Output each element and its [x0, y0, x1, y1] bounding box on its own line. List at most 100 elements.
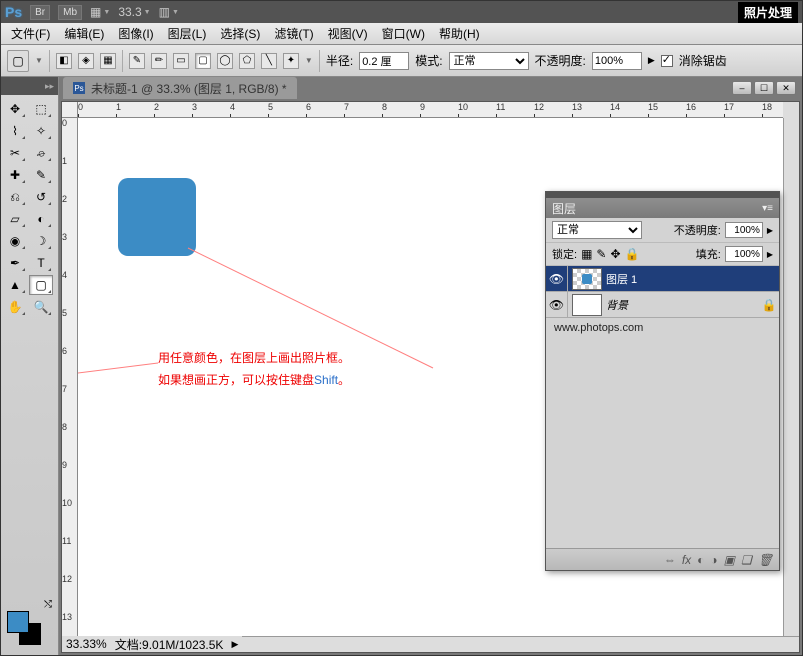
crop-tool[interactable]: ✂: [3, 143, 27, 163]
layer-group-icon[interactable]: ▣: [724, 553, 735, 567]
shape-tool[interactable]: ▢: [29, 275, 53, 295]
layers-panel[interactable]: 图层 ▾≡ 正常 不透明度: ▶ 锁定: ▦ ✎ ✥ 🔒 填充: ▶ 👁 图层 …: [545, 191, 780, 571]
screen-mode-dropdown[interactable]: ▦: [90, 5, 110, 19]
options-bar: ▢ ▼ ◧ ◈ ▦ ✎ ✏ ▭ ▢ ◯ ⬠ ╲ ✦ ▼ 半径: 模式: 正常 不…: [1, 45, 802, 77]
new-layer-icon[interactable]: ❏: [741, 553, 752, 567]
adjustment-layer-icon[interactable]: ◑: [710, 553, 717, 567]
layer-thumbnail[interactable]: [572, 268, 602, 290]
freeform-pen-icon[interactable]: ✏: [151, 53, 167, 69]
annotation-text: 用任意颜色，在图层上画出照片框。 如果想画正方，可以按住键盘Shift。: [158, 348, 350, 391]
brush-tool[interactable]: ✎: [29, 165, 53, 185]
layer-mask-icon[interactable]: ◐: [697, 553, 704, 567]
menu-filter[interactable]: 滤镜(T): [268, 23, 319, 44]
paths-icon[interactable]: ◈: [78, 53, 94, 69]
wand-tool[interactable]: ✧: [29, 121, 53, 141]
menu-edit[interactable]: 编辑(E): [58, 23, 110, 44]
layers-panel-footer: ⇔ fx ◐ ◑ ▣ ❏ 🗑: [546, 548, 779, 570]
pen-icon[interactable]: ✎: [129, 53, 145, 69]
maximize-doc-icon[interactable]: ☐: [754, 81, 774, 95]
opacity-input[interactable]: [592, 52, 642, 70]
line-shape-icon[interactable]: ╲: [261, 53, 277, 69]
document-tab[interactable]: Ps 未标题-1 @ 33.3% (图层 1, RGB/8) *: [63, 77, 297, 100]
shape-layers-icon[interactable]: ◧: [56, 53, 72, 69]
mode-label: 模式:: [415, 52, 442, 69]
layer-name[interactable]: 背景: [606, 297, 759, 313]
menu-image[interactable]: 图像(I): [112, 23, 159, 44]
menu-view[interactable]: 视图(V): [322, 23, 374, 44]
ruler-vertical[interactable]: 012345678910111213: [62, 118, 78, 636]
workspace-label[interactable]: 照片处理: [738, 2, 798, 23]
ps-logo: Ps: [5, 4, 22, 20]
status-bar: 33.33% 文档:9.01M/1023.5K ▶: [62, 636, 242, 652]
collapse-tools-icon[interactable]: ▸▸: [45, 81, 54, 92]
lock-pixels-icon[interactable]: ✎: [596, 247, 606, 261]
radius-input[interactable]: [359, 52, 409, 70]
dodge-tool[interactable]: ☽: [29, 231, 53, 251]
eraser-tool[interactable]: ▱: [3, 209, 27, 229]
zoom-dropdown[interactable]: 33.3: [118, 5, 150, 19]
rect-shape-icon[interactable]: ▭: [173, 53, 189, 69]
visibility-toggle-icon[interactable]: 👁: [546, 266, 568, 291]
lock-position-icon[interactable]: ✥: [610, 247, 620, 261]
blur-tool[interactable]: ◉: [3, 231, 27, 251]
close-doc-icon[interactable]: ✕: [776, 81, 796, 95]
eyedropper-tool[interactable]: ⌮: [29, 143, 53, 163]
path-select-tool[interactable]: ▲: [3, 275, 27, 295]
polygon-shape-icon[interactable]: ⬠: [239, 53, 255, 69]
antialias-checkbox[interactable]: [661, 55, 673, 67]
fg-color-swatch[interactable]: [7, 611, 29, 633]
layer-opacity-input[interactable]: [725, 222, 763, 238]
layer-row[interactable]: 👁 背景 🔒: [546, 292, 779, 318]
lock-all-icon[interactable]: 🔒: [625, 247, 640, 261]
layer-name[interactable]: 图层 1: [606, 271, 779, 287]
ruler-origin[interactable]: [62, 102, 78, 118]
scrollbar-vertical[interactable]: [783, 118, 799, 636]
minimize-doc-icon[interactable]: –: [732, 81, 752, 95]
menu-window[interactable]: 窗口(W): [376, 23, 431, 44]
lock-transparency-icon[interactable]: ▦: [581, 247, 592, 261]
custom-shape-icon[interactable]: ✦: [283, 53, 299, 69]
minibridge-button[interactable]: Mb: [58, 5, 82, 20]
menu-help[interactable]: 帮助(H): [433, 23, 486, 44]
gradient-tool[interactable]: ◐: [29, 209, 53, 229]
lasso-tool[interactable]: ⌇: [3, 121, 27, 141]
type-tool[interactable]: T: [29, 253, 53, 273]
status-doc-size[interactable]: 文档:9.01M/1023.5K: [115, 636, 224, 653]
panel-menu-icon[interactable]: ▾≡: [762, 203, 773, 214]
move-tool[interactable]: ✥: [3, 99, 27, 119]
marquee-tool[interactable]: ⬚: [29, 99, 53, 119]
menu-file[interactable]: 文件(F): [5, 23, 56, 44]
pen-tool[interactable]: ✒: [3, 253, 27, 273]
visibility-toggle-icon[interactable]: 👁: [546, 292, 568, 317]
status-zoom[interactable]: 33.33%: [66, 637, 107, 651]
ellipse-shape-icon[interactable]: ◯: [217, 53, 233, 69]
layers-panel-title: 图层 ▾≡: [546, 198, 779, 218]
swap-colors-icon[interactable]: ⤭: [44, 599, 52, 610]
stamp-tool[interactable]: ⎌: [3, 187, 27, 207]
history-brush-tool[interactable]: ↺: [29, 187, 53, 207]
hand-tool[interactable]: ✋: [3, 297, 27, 317]
layer-blend-select[interactable]: 正常: [552, 221, 642, 239]
bridge-button[interactable]: Br: [30, 5, 50, 20]
current-tool-icon[interactable]: ▢: [7, 50, 29, 72]
layer-row[interactable]: 👁 图层 1: [546, 266, 779, 292]
layer-fx-icon[interactable]: fx: [682, 553, 691, 567]
rounded-rect-shape[interactable]: [118, 178, 196, 256]
arrange-dropdown[interactable]: ▥: [159, 5, 179, 19]
annotation-line-2: [78, 363, 158, 378]
zoom-tool[interactable]: 🔍: [29, 297, 53, 317]
menu-layer[interactable]: 图层(L): [162, 23, 213, 44]
link-layers-icon[interactable]: ⇔: [664, 553, 676, 567]
menu-select[interactable]: 选择(S): [214, 23, 266, 44]
layer-opacity-label: 不透明度:: [674, 222, 721, 238]
scrollbar-horizontal[interactable]: [242, 636, 799, 652]
fill-pixels-icon[interactable]: ▦: [100, 53, 116, 69]
blend-mode-select[interactable]: 正常: [449, 52, 529, 70]
layer-thumbnail[interactable]: [572, 294, 602, 316]
heal-tool[interactable]: ✚: [3, 165, 27, 185]
rounded-rect-shape-icon[interactable]: ▢: [195, 53, 211, 69]
delete-layer-icon[interactable]: 🗑: [758, 553, 773, 567]
ruler-horizontal[interactable]: 0123456789101112131415161718: [78, 102, 783, 118]
lock-label: 锁定:: [552, 246, 577, 262]
layer-fill-input[interactable]: [725, 246, 763, 262]
